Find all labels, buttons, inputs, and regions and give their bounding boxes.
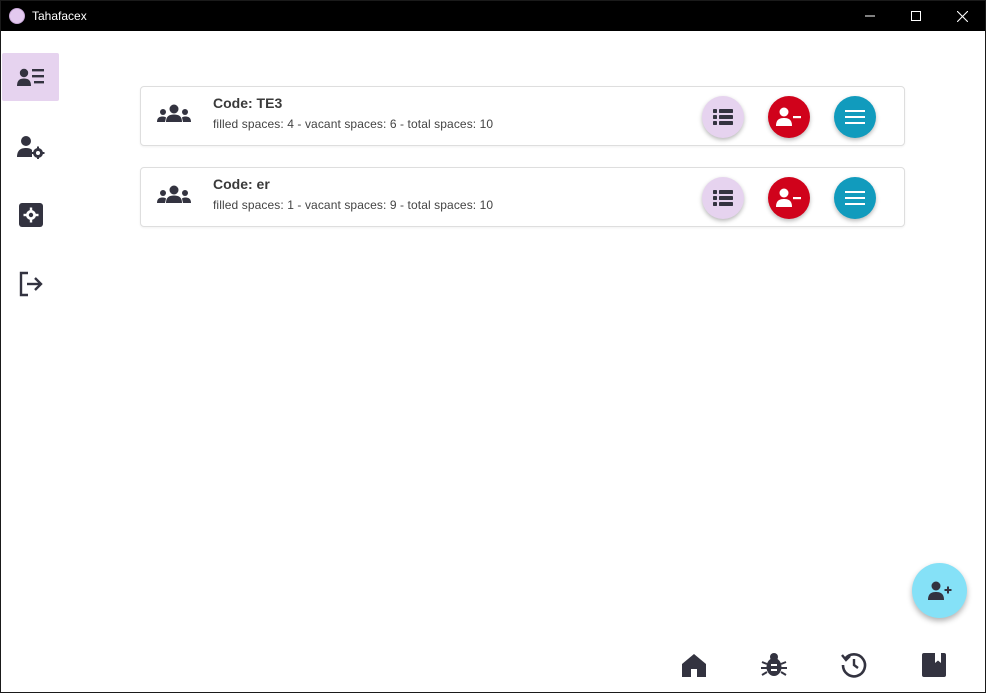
view-list-button[interactable] (702, 177, 744, 219)
logout-icon (19, 271, 43, 297)
group-card: Code: TE3 filled spaces: 4 - vacant spac… (140, 86, 905, 146)
maximize-icon[interactable] (893, 1, 939, 31)
window-controls (847, 1, 985, 31)
history-button[interactable] (840, 651, 868, 679)
menu-button[interactable] (834, 177, 876, 219)
remove-user-icon (776, 188, 801, 207)
remove-user-icon (776, 107, 801, 126)
menu-icon (845, 110, 865, 124)
remove-user-button[interactable] (768, 96, 810, 138)
sidebar-item-logout[interactable] (2, 260, 59, 308)
settings-icon (18, 203, 43, 227)
sidebar-item-groups[interactable] (2, 53, 59, 101)
bookmarks-button[interactable] (920, 651, 948, 679)
bug-report-button[interactable] (760, 651, 788, 679)
list-icon (713, 109, 733, 125)
list-icon (713, 190, 733, 206)
bookmark-icon (922, 653, 946, 677)
group-stats: filled spaces: 1 - vacant spaces: 9 - to… (213, 198, 494, 212)
close-icon[interactable] (939, 1, 985, 31)
menu-button[interactable] (834, 96, 876, 138)
view-list-button[interactable] (702, 96, 744, 138)
remove-user-button[interactable] (768, 177, 810, 219)
home-icon (682, 654, 706, 677)
contact-list-icon (16, 68, 44, 86)
group-icon (157, 104, 191, 122)
add-user-icon (927, 581, 951, 600)
bug-icon (761, 653, 787, 676)
sidebar-item-settings[interactable] (2, 191, 59, 239)
group-code: Code: er (213, 176, 270, 192)
home-button[interactable] (680, 651, 708, 679)
sidebar (1, 31, 61, 692)
group-code: Code: TE3 (213, 95, 283, 111)
minimize-icon[interactable] (847, 1, 893, 31)
group-card: Code: er filled spaces: 1 - vacant space… (140, 167, 905, 227)
group-icon (157, 185, 191, 203)
group-stats: filled spaces: 4 - vacant spaces: 6 - to… (213, 117, 494, 131)
add-user-fab[interactable] (912, 563, 967, 618)
sidebar-item-user-settings[interactable] (2, 123, 59, 171)
title-bar: Tahafacex (1, 1, 985, 31)
window-title: Tahafacex (32, 9, 87, 23)
user-settings-icon (16, 136, 44, 159)
app-logo (9, 8, 25, 24)
menu-icon (845, 191, 865, 205)
history-icon (841, 653, 867, 678)
